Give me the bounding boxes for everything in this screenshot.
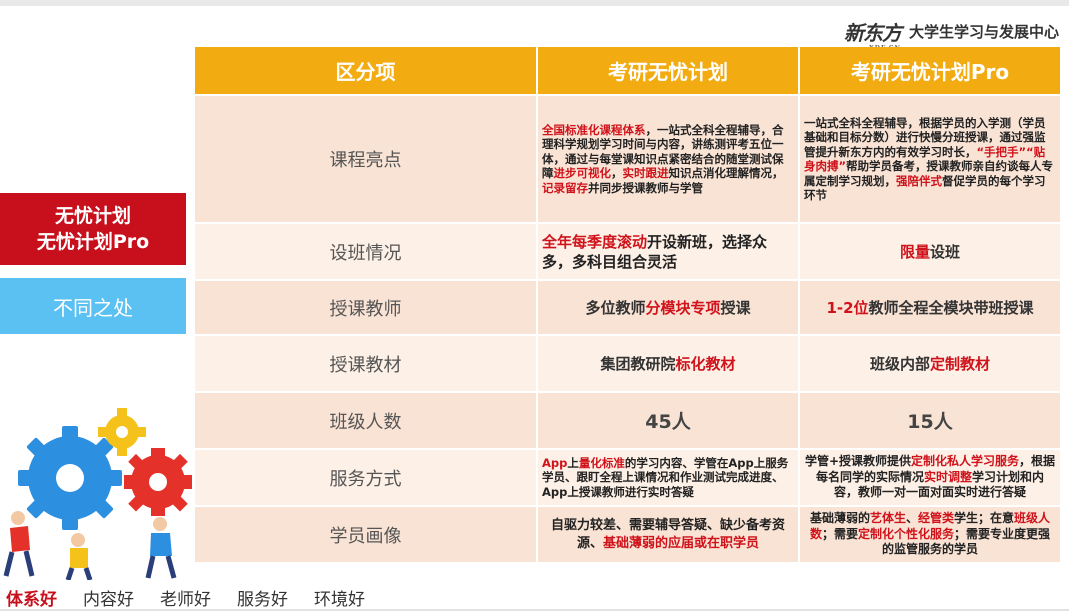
body-text: 15人	[907, 411, 953, 433]
gear-icon	[18, 426, 122, 530]
highlight-text: 1-2位	[826, 299, 869, 317]
difference-label: 不同之处	[0, 278, 186, 334]
nav-item-system[interactable]: 体系好	[6, 585, 57, 610]
table-row: 服务方式 App上量化标准的学习内容、学管在App上服务学员、跟盯全程上课情况和…	[195, 450, 1060, 505]
cell-plan: 45人	[538, 393, 798, 448]
highlight-text: 艺体生	[869, 511, 906, 526]
header-plan-pro: 考研无忧计划Pro	[800, 47, 1060, 94]
highlight-text: 全国标准化课程体系	[542, 122, 646, 137]
plan-name-line1: 无忧计划	[54, 205, 131, 227]
highlight-text: 限量	[899, 243, 930, 261]
table-row: 课程亮点 全国标准化课程体系，一站式全科全程辅导，合理科学规划学习时间与内容，讲…	[195, 96, 1060, 222]
body-text: 学生；在意	[954, 511, 1015, 526]
person-icon	[145, 517, 177, 579]
highlight-text: 实时调整	[923, 469, 972, 484]
table-row: 学员画像 自驱力较差、需要辅导答疑、缺少备考资源、基础薄弱的应届或在职学员 基础…	[195, 507, 1060, 562]
cell-plan-pro: 15人	[800, 393, 1060, 448]
row-label: 授课教师	[195, 281, 536, 334]
body-text: 、	[905, 511, 918, 526]
row-label: 设班情况	[195, 224, 536, 279]
highlight-text: 基础薄弱的应届或在职学员	[603, 535, 760, 551]
person-icon	[65, 533, 93, 580]
highlight-text: 强陪伴式	[896, 173, 942, 188]
table-header-row: 区分项 考研无忧计划 考研无忧计划Pro	[195, 47, 1060, 94]
brand-center-name: 大学生学习与发展中心	[908, 22, 1059, 41]
cell-plan-pro: 基础薄弱的艺体生、经管类学生；在意班级人数；需要定制化个性化服务；需要专业度更强…	[800, 507, 1060, 562]
row-label: 授课教材	[195, 336, 536, 391]
highlight-text: 定制化个性化服务	[858, 526, 955, 541]
cell-plan-pro: 学管+授课教师提供定制化私人学习服务，根据每名同学的实际情况实时调整学习计划和内…	[800, 450, 1060, 505]
highlight-text: 定制化私人学习服务	[911, 454, 1020, 469]
header-category: 区分项	[195, 47, 536, 94]
highlight-text: 定制教材	[930, 355, 991, 373]
row-label: 班级人数	[195, 393, 536, 448]
body-text: 授课	[720, 299, 751, 317]
cell-plan: 集团教研院标化教材	[538, 336, 798, 391]
top-bar	[0, 0, 1069, 6]
cell-plan-pro: 限量设班	[800, 224, 1060, 279]
highlight-text: 经管类	[918, 511, 955, 526]
header-plan: 考研无忧计划	[538, 47, 798, 94]
brand-logo: 新东方 XDF.CN	[844, 17, 902, 52]
cell-plan-pro: 班级内部定制教材	[800, 336, 1060, 391]
body-text: 学管+授课教师提供	[804, 454, 912, 469]
cell-plan: 自驱力较差、需要辅导答疑、缺少备考资源、基础薄弱的应届或在职学员	[538, 507, 798, 562]
body-text: 班级内部	[869, 355, 930, 373]
highlight-text: 标化教材	[675, 355, 736, 373]
body-text: 知识点消化理解情况，	[668, 166, 784, 181]
body-text: 基础薄弱的	[809, 511, 870, 526]
table-row: 班级人数 45人 15人	[195, 393, 1060, 448]
highlight-text: 分模块专项	[645, 299, 721, 317]
body-text: 教师全程全模块带班授课	[868, 299, 1034, 317]
bottom-nav: 体系好 内容好 老师好 服务好 环境好	[0, 584, 500, 610]
cell-plan: 全年每季度滚动开设新班，选择众多，多科目组合灵活	[538, 224, 798, 279]
table-row: 设班情况 全年每季度滚动开设新班，选择众多，多科目组合灵活 限量设班	[195, 224, 1060, 279]
cell-plan: 多位教师分模块专项授课	[538, 281, 798, 334]
brand: 新东方 XDF.CN 大学生学习与发展中心	[844, 14, 1059, 52]
body-text: 多位教师	[585, 299, 646, 317]
cell-plan: 全国标准化课程体系，一站式全科全程辅导，合理科学规划学习时间与内容，讲练测评考五…	[538, 96, 798, 222]
gear-icon	[124, 448, 192, 516]
table-row: 授课教师 多位教师分模块专项授课 1-2位教师全程全模块带班授课	[195, 281, 1060, 334]
comparison-table: 区分项 考研无忧计划 考研无忧计划Pro 课程亮点 全国标准化课程体系 ， 一站式全…	[193, 45, 1062, 564]
nav-item-service[interactable]: 服务好	[237, 585, 288, 610]
cell-plan-pro: 1-2位教师全程全模块带班授课	[800, 281, 1060, 334]
body-text: ；需要	[821, 526, 858, 541]
row-label: 学员画像	[195, 507, 536, 562]
teamwork-gears-illustration	[3, 408, 192, 580]
cell-plan-pro: 一站式全科全程辅导，根据学员的入学测（学员基础和目标分数）进行快慢分班授课，通过…	[800, 96, 1060, 222]
plan-name-line2: 无忧计划Pro	[36, 231, 150, 253]
highlight-text: 量化标准	[578, 455, 625, 470]
highlight-text: 实时跟进	[622, 166, 669, 181]
body-text: 并同步授课教师与学管	[588, 180, 703, 195]
highlight-text: 全年每季度滚动	[542, 232, 648, 251]
body-text: 45人	[645, 411, 691, 433]
nav-item-environment[interactable]: 环境好	[314, 585, 365, 610]
highlight-text: 进步可视化	[553, 166, 612, 181]
plan-name-label: 无忧计划 无忧计划Pro	[0, 193, 186, 265]
nav-item-teacher[interactable]: 老师好	[160, 585, 211, 610]
cell-plan: App上量化标准的学习内容、学管在App上服务学员、跟盯全程上课情况和作业测试完…	[538, 450, 798, 505]
body-text: 集团教研院	[600, 355, 676, 373]
body-text: 设班	[930, 243, 961, 261]
highlight-text: App	[542, 455, 568, 470]
table-row: 授课教材 集团教研院标化教材 班级内部定制教材	[195, 336, 1060, 391]
person-icon	[3, 511, 35, 577]
body-text: ，	[611, 166, 623, 181]
row-label: 课程亮点	[195, 96, 536, 222]
row-label: 服务方式	[195, 450, 536, 505]
body-text: 上	[567, 455, 579, 470]
nav-item-content[interactable]: 内容好	[83, 585, 134, 610]
highlight-text: 记录留存	[542, 180, 588, 195]
